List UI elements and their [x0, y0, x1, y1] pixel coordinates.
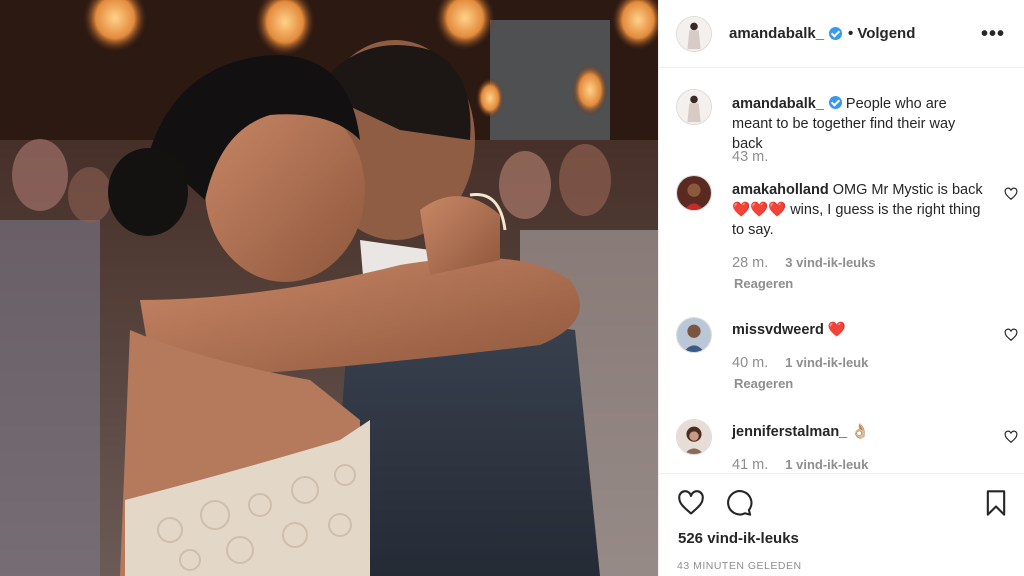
caption-time[interactable]: 43 m.: [732, 149, 768, 165]
comment-meta: 40 m. 1 vind-ik-leuk: [732, 355, 868, 371]
comment-body: jenniferstalman_ 👌🏼: [732, 422, 984, 442]
comment-username[interactable]: jenniferstalman_: [732, 424, 847, 440]
post-header: amandabalk_ • Volgend •••: [659, 0, 1024, 68]
comment-time[interactable]: 41 m.: [732, 457, 768, 473]
like-comment-heart-icon[interactable]: [1004, 187, 1018, 201]
like-comment-heart-icon[interactable]: [1004, 328, 1018, 342]
comment-meta: 41 m. 1 vind-ik-leuk: [732, 457, 868, 473]
more-options-icon[interactable]: •••: [981, 24, 1005, 44]
caption-meta: 43 m.: [732, 149, 768, 165]
wedding-dance-photo: [0, 0, 658, 576]
avatar[interactable]: [676, 15, 712, 52]
reply-button[interactable]: Reageren: [734, 276, 793, 291]
verified-badge-icon: [828, 96, 842, 109]
like-heart-icon[interactable]: [677, 489, 705, 517]
post-like-count[interactable]: 526 vind-ik-leuks: [678, 530, 799, 547]
author-username[interactable]: amandabalk_: [729, 25, 824, 42]
comment-text: 👌🏼: [851, 424, 870, 440]
following-button[interactable]: Volgend: [857, 25, 915, 42]
comment-body: missvdweerd ❤️: [732, 320, 984, 340]
avatar[interactable]: [676, 89, 712, 125]
comment-time[interactable]: 28 m.: [732, 255, 768, 271]
comments-list[interactable]: amandabalk_ People who are meant to be t…: [659, 69, 1024, 473]
avatar[interactable]: [676, 175, 712, 211]
verified-badge-icon: [829, 27, 843, 40]
bookmark-save-icon[interactable]: [982, 489, 1010, 517]
avatar[interactable]: [676, 419, 712, 455]
reply-button[interactable]: Reageren: [734, 376, 793, 391]
comment-text: ❤️: [827, 322, 846, 338]
post-panel: amandabalk_ • Volgend ••• amandabalk_ Pe…: [658, 0, 1024, 576]
comment-username[interactable]: missvdweerd: [732, 322, 824, 338]
comment-likes[interactable]: 3 vind-ik-leuks: [785, 255, 875, 270]
post-photo[interactable]: [0, 0, 658, 576]
avatar[interactable]: [676, 317, 712, 353]
comment-username[interactable]: amakaholland: [732, 182, 829, 198]
comment-time[interactable]: 40 m.: [732, 355, 768, 371]
comment-meta: 28 m. 3 vind-ik-leuks: [732, 255, 876, 271]
comment-likes[interactable]: 1 vind-ik-leuk: [785, 457, 868, 472]
caption-body: amandabalk_ People who are meant to be t…: [732, 94, 984, 154]
comment-body: amakaholland OMG Mr Mystic is back ❤️❤️❤…: [732, 180, 984, 240]
post-timestamp[interactable]: 43 MINUTEN GELEDEN: [677, 560, 802, 572]
like-comment-heart-icon[interactable]: [1004, 430, 1018, 444]
caption-username[interactable]: amandabalk_: [732, 96, 824, 112]
comment-bubble-icon[interactable]: [725, 489, 753, 517]
comment-likes[interactable]: 1 vind-ik-leuk: [785, 355, 868, 370]
follow-separator: •: [848, 25, 854, 42]
